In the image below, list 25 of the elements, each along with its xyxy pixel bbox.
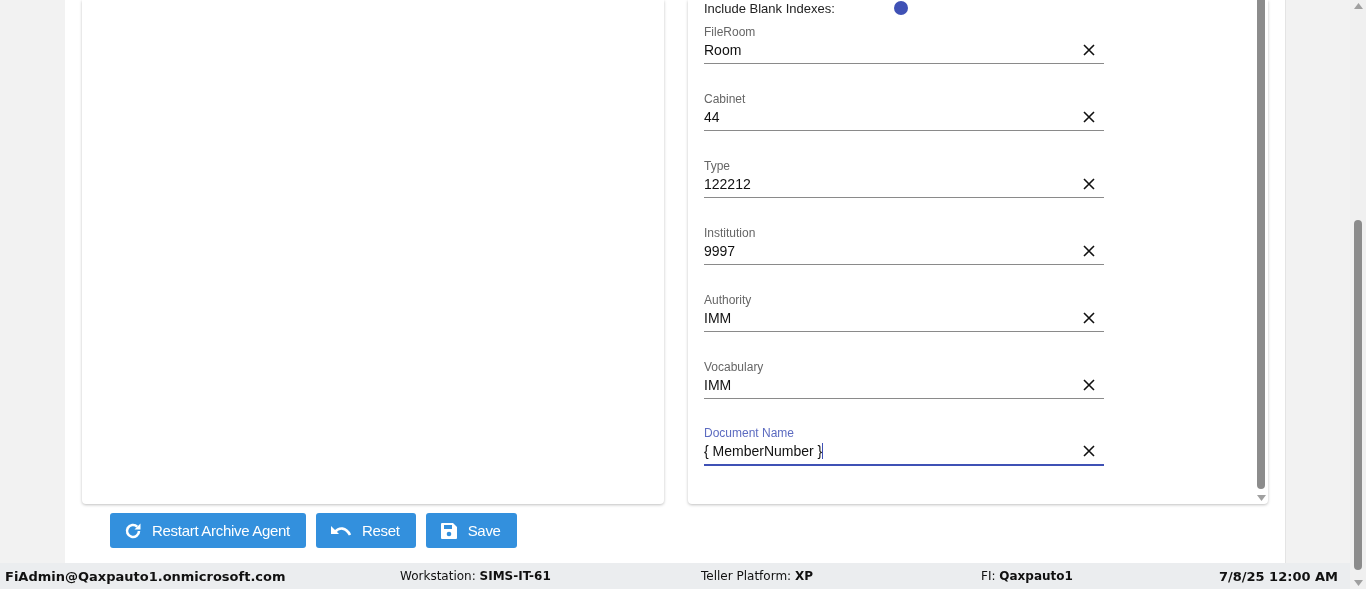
toggle-switch[interactable] <box>894 1 908 15</box>
text-field[interactable]: Institution 9997 <box>704 225 1104 265</box>
close-icon[interactable] <box>1083 312 1095 324</box>
scroll-down-icon[interactable] <box>1256 495 1266 501</box>
close-icon[interactable] <box>1083 445 1095 457</box>
text-field[interactable]: Vocabulary IMM <box>704 359 1104 399</box>
toggle-label: Include Blank Indexes: <box>704 0 836 16</box>
scrollbar[interactable] <box>1256 0 1266 504</box>
close-icon[interactable] <box>1083 245 1095 257</box>
refresh-icon <box>124 521 142 540</box>
close-icon[interactable] <box>1083 178 1095 190</box>
date-time: 7/8/25 12:00 AM <box>1218 568 1339 584</box>
close-icon[interactable] <box>1083 44 1095 56</box>
user-email: FiAdmin@Qaxpauto1.onmicrosoft.com <box>4 568 287 584</box>
text-field[interactable]: FileRoom Room <box>704 24 1104 64</box>
status-item: Teller Platform: XP <box>701 569 814 583</box>
undo-icon <box>329 523 352 538</box>
text-field[interactable]: Cabinet 44 <box>704 91 1104 131</box>
close-icon[interactable] <box>1083 111 1095 123</box>
close-icon[interactable] <box>1083 379 1095 391</box>
status-item: FI: Qaxpauto1 <box>981 569 1074 583</box>
text-field[interactable]: Document Name { MemberNumber } <box>704 426 1104 466</box>
status-item: Workstation: SIMS-IT-61 <box>400 569 552 583</box>
text-field[interactable]: Type 122212 <box>704 158 1104 198</box>
text-field[interactable]: Authority IMM <box>704 292 1104 332</box>
